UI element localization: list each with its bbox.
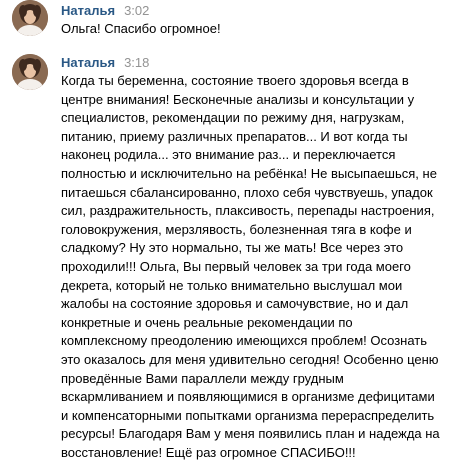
text-line: Когда ты беременна, состояние твоего здо… [61, 73, 409, 88]
text-line: ресурсы! Благодаря Вам у меня появились … [61, 426, 440, 442]
text-line: полностью и исключительно на ребёнка! Не… [61, 165, 437, 181]
message-header: Наталья 3:02 [61, 3, 149, 19]
message-time[interactable]: 3:02 [124, 3, 149, 18]
text-line: головокружения, мерзлявость, болезненная… [61, 221, 412, 237]
message-header: Наталья 3:18 [61, 55, 149, 71]
message-time[interactable]: 3:18 [124, 55, 149, 70]
text-line: жалобы на состояние здоровья и самочувст… [61, 296, 409, 312]
text-line: комплексному преодолению имеющихся пробл… [61, 333, 428, 349]
message-text: Когда ты беременна, состояние твоего здо… [61, 72, 456, 462]
text-line: сладкому? Ну это нормально, ты же мать! … [61, 240, 404, 256]
text-line: вскармливанием и появляющимися в организ… [61, 389, 435, 405]
text-line: проведённые Вами параллели между грудным [61, 370, 344, 386]
text-line: специалистов, рекомендации по режиму дня… [61, 110, 405, 126]
text-line: конкретные и очень реальные рекомендации… [61, 314, 353, 330]
text-line: проходили!!! Ольга, Вы первый человек за… [61, 258, 411, 274]
text-line: это оказалось для меня удивительно сегод… [61, 351, 439, 367]
text-line: сил, раздражительность, плаксивость, пер… [61, 203, 435, 219]
avatar-photo-icon[interactable] [12, 0, 48, 36]
text-line: Ольга! Спасибо огромное! [61, 21, 221, 36]
text-line: наконец родила... это внимание раз... и … [61, 147, 396, 163]
text-line: и компенсаторными попытками организма пе… [61, 407, 435, 423]
text-line: питанию, приему различных препаратов... … [61, 128, 408, 144]
text-line: питаешься сбалансированно, плохо себя чу… [61, 184, 433, 200]
avatar-photo-icon[interactable] [12, 54, 48, 90]
text-line: декрета, который не только внимательно в… [61, 277, 403, 293]
text-line: центре внимания! Бесконечные анализы и к… [61, 91, 415, 107]
message-text: Ольга! Спасибо огромное! [61, 20, 456, 39]
author-name[interactable]: Наталья [61, 55, 115, 70]
author-name[interactable]: Наталья [61, 3, 115, 18]
text-line: восстановление! Ещё раз огромное СПАСИБО… [61, 444, 356, 460]
